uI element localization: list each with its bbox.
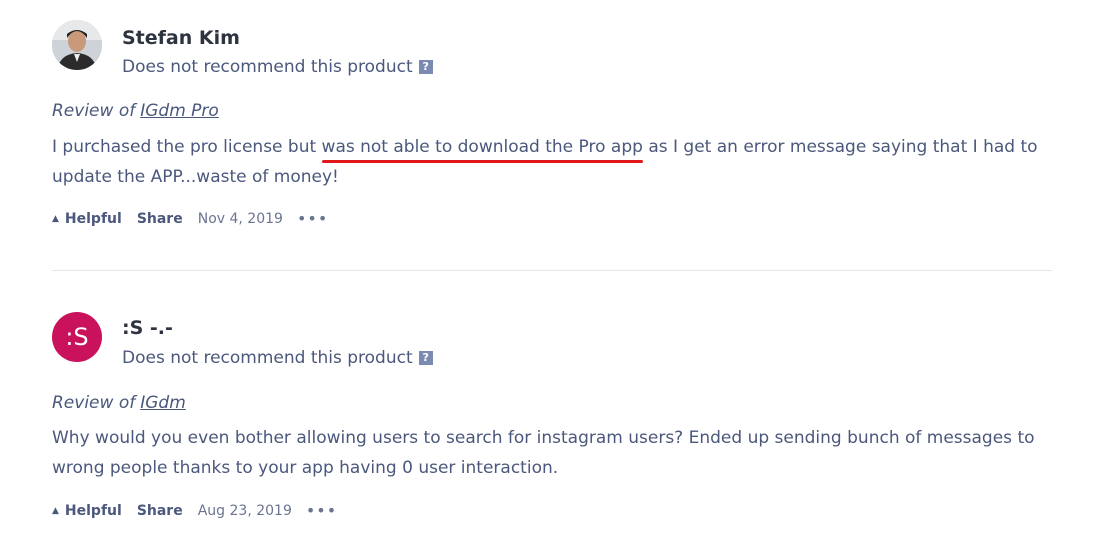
more-options-icon[interactable]: ••• [306,501,337,520]
reviewer-avatar[interactable]: :S [52,312,102,362]
recommendation-text: Does not recommend this product [122,348,413,368]
review-divider [52,270,1052,271]
review-of-prefix: Review of [52,393,136,413]
review-2: :S :S -.- Does not recommend this produc… [52,312,1052,542]
review-of: Review of IGdm Pro [52,101,219,121]
recommendation-text: Does not recommend this product [122,57,413,77]
review-text: Why would you even bother allowing users… [52,423,1052,483]
help-icon[interactable]: ? [418,351,433,365]
share-button[interactable]: Share [137,503,183,519]
reviewer-name[interactable]: :S -.- [122,317,173,339]
review-text: I purchased the pro license but was not … [52,132,1052,192]
recommendation-status: Does not recommend this product ? [122,57,433,77]
reviewer-name[interactable]: Stefan Kim [122,27,240,49]
review-text-before: Why would you even bother allowing users… [52,428,689,448]
highlighted-phrase-text: was not able to download the Pro app [321,137,643,157]
upvote-triangle-icon: ▲ [52,505,59,516]
review-text-before: I purchased the pro license but [52,137,322,157]
review-date: Nov 4, 2019 [197,210,283,227]
review-actions: ▲ Helpful Share Nov 4, 2019 ••• [52,209,328,228]
product-link[interactable]: IGdm Pro [140,101,219,121]
reviewer-avatar[interactable] [52,20,102,70]
review-of: Review of IGdm [52,393,186,413]
share-button[interactable]: Share [137,211,183,227]
helpful-button[interactable]: ▲ Helpful [52,503,122,519]
more-options-icon[interactable]: ••• [297,209,328,228]
helpful-label: Helpful [64,502,122,519]
helpful-label: Helpful [64,210,122,227]
upvote-triangle-icon: ▲ [52,213,59,224]
product-link[interactable]: IGdm [140,393,186,413]
red-underline-annotation [321,160,643,163]
help-icon[interactable]: ? [418,60,433,74]
recommendation-status: Does not recommend this product ? [122,348,433,368]
review-date: Aug 23, 2019 [197,502,292,519]
review-1: Stefan Kim Does not recommend this produ… [52,20,1052,260]
highlighted-phrase: was not able to download the Pro app [321,137,643,163]
review-text-after: thanks to your app having 0 user interac… [167,458,559,478]
avatar-photo-icon [52,20,102,70]
review-actions: ▲ Helpful Share Aug 23, 2019 ••• [52,501,337,520]
review-of-prefix: Review of [52,101,136,121]
helpful-button[interactable]: ▲ Helpful [52,211,122,227]
